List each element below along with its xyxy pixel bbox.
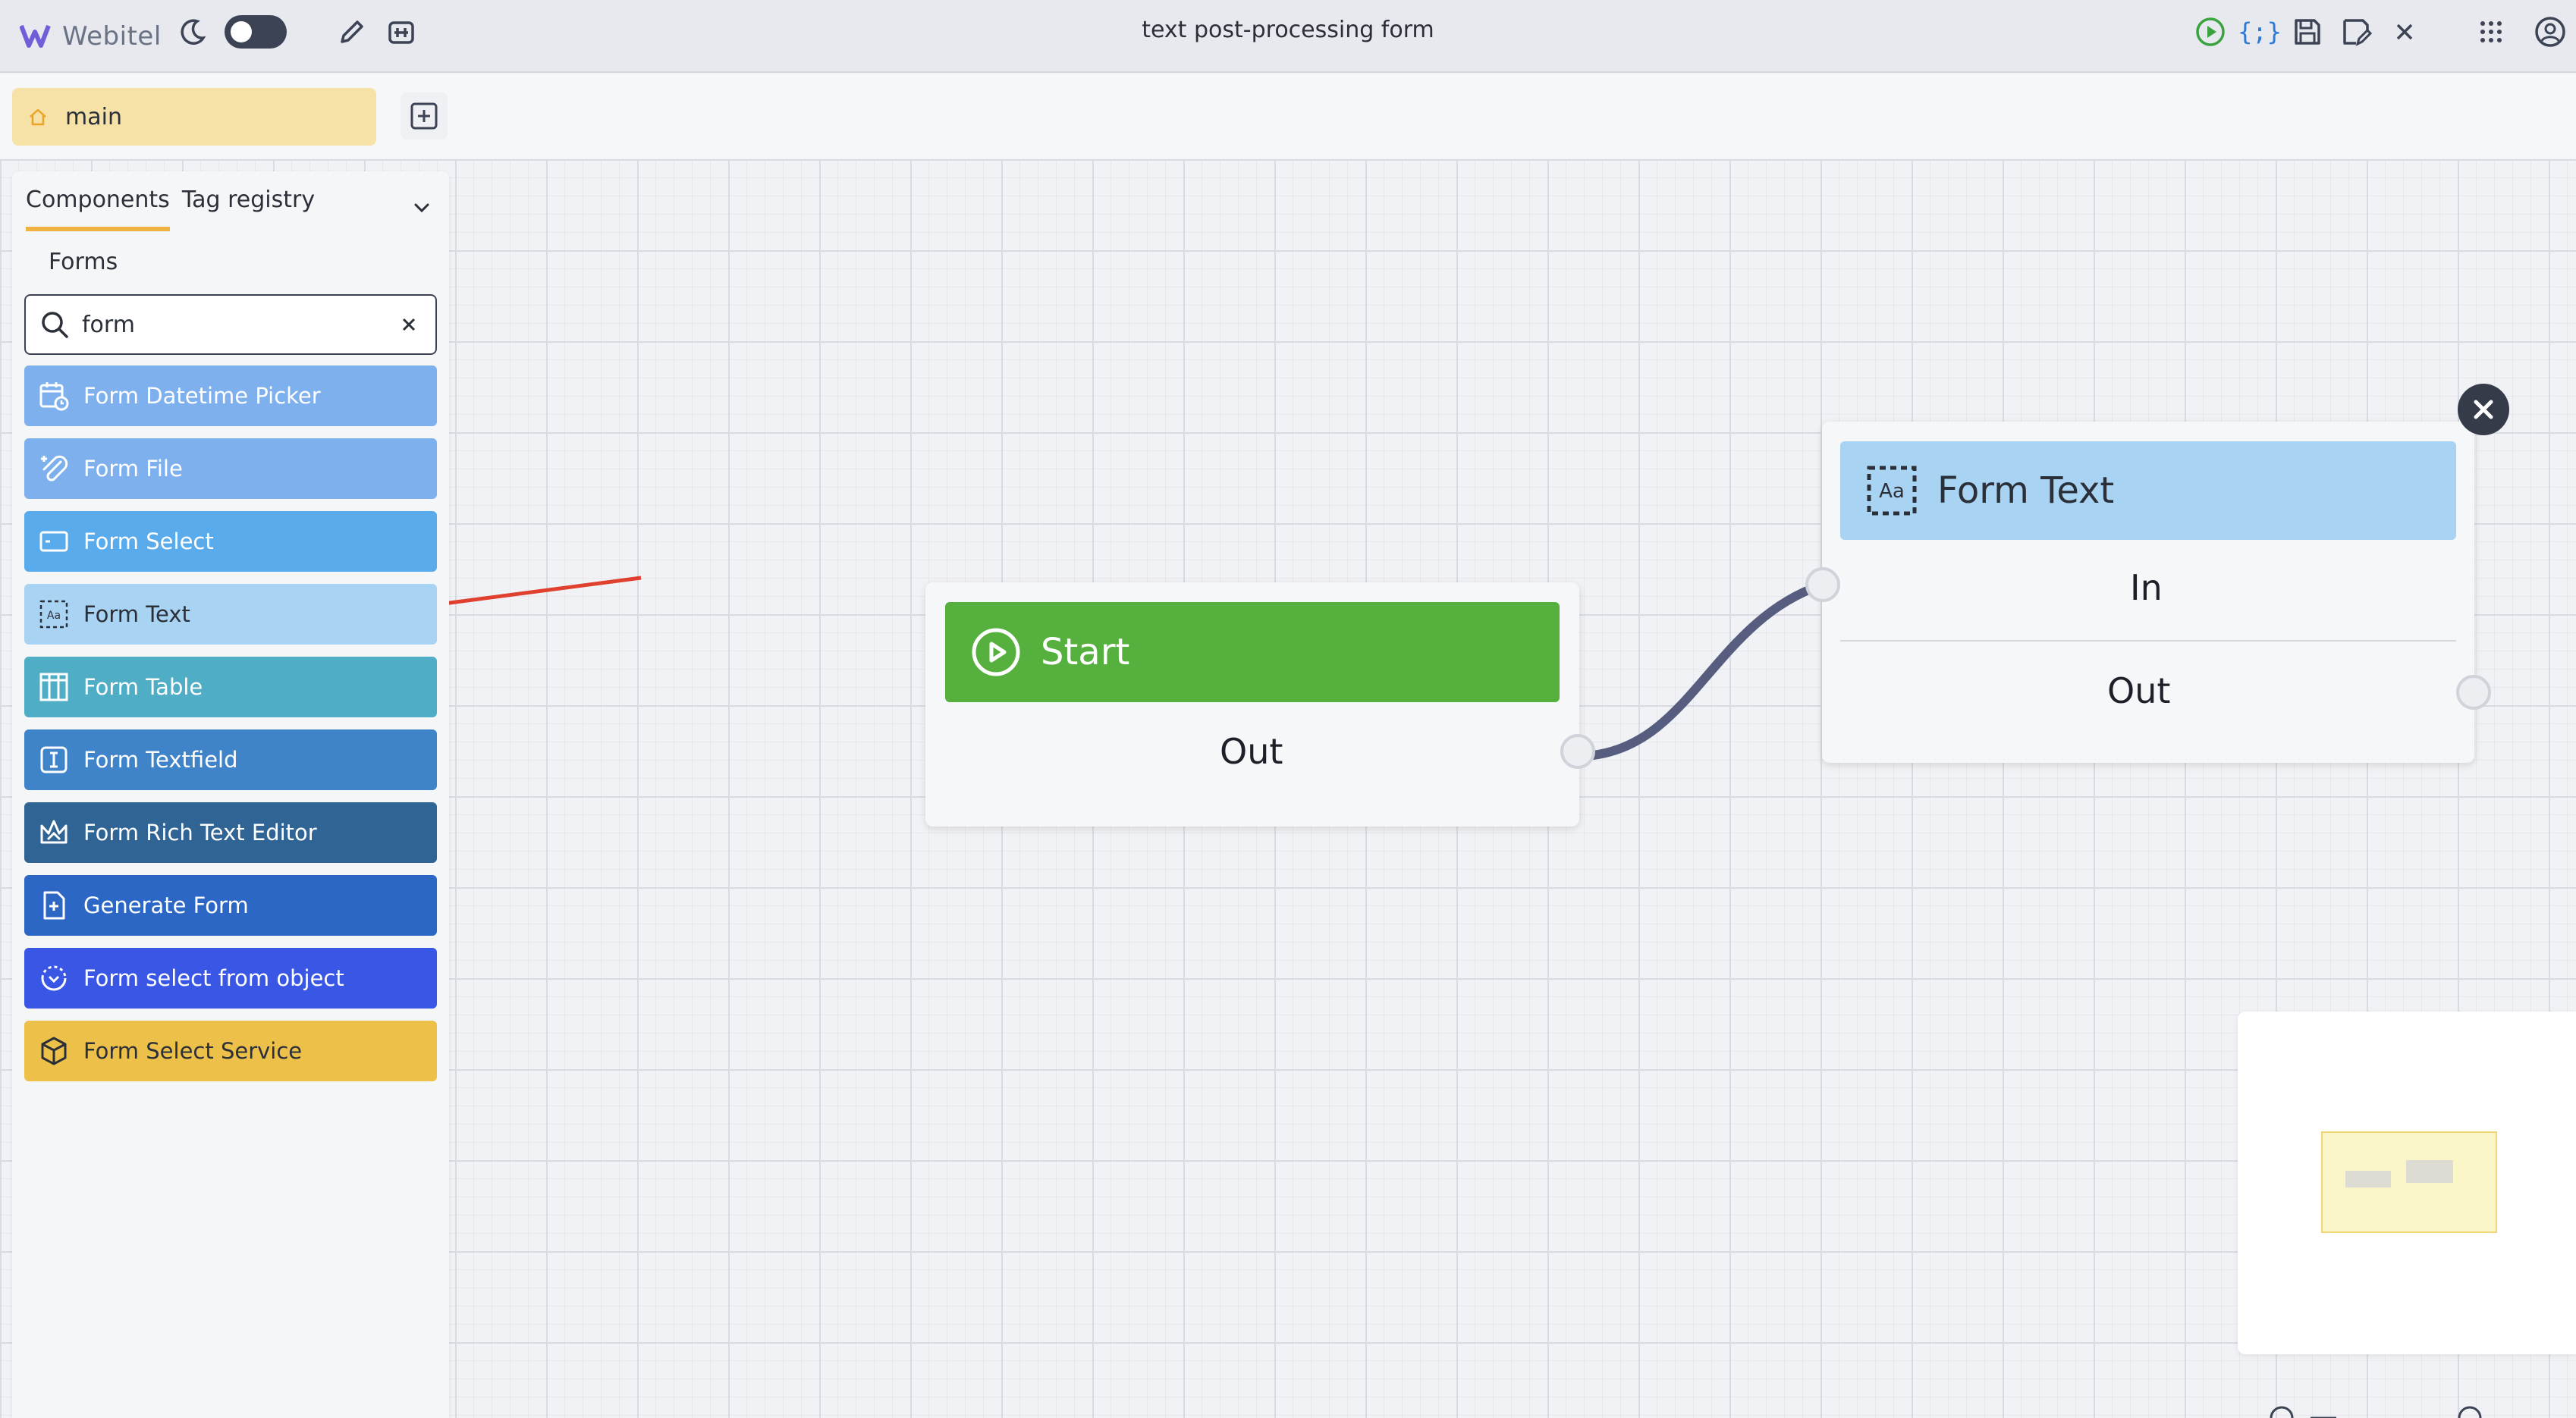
- component-label: Form Datetime Picker: [83, 383, 321, 409]
- category-label: Forms: [49, 249, 118, 275]
- start-out-label: Out: [1220, 731, 1283, 772]
- minimap-node: [2345, 1171, 2391, 1187]
- remove-node-button[interactable]: [2458, 384, 2509, 435]
- select-box-icon: [38, 525, 70, 557]
- form-text-node[interactable]: Aa Form Text In Out: [1805, 422, 2491, 763]
- tab-components[interactable]: Components: [26, 187, 170, 231]
- component-form-file[interactable]: Form File: [24, 438, 437, 499]
- zoom-controls[interactable]: [2238, 1391, 2576, 1418]
- search-input[interactable]: [82, 311, 384, 338]
- node-divider: [1840, 640, 2456, 642]
- component-form-text[interactable]: Aa Form Text: [24, 584, 437, 645]
- form-text-node-header[interactable]: Aa Form Text: [1840, 441, 2456, 540]
- tab-tag-registry[interactable]: Tag registry: [182, 187, 315, 231]
- crown-icon: [38, 817, 70, 849]
- component-label: Form Rich Text Editor: [83, 820, 317, 845]
- zoom-in-icon: [2458, 1406, 2482, 1418]
- component-form-table[interactable]: Form Table: [24, 657, 437, 717]
- component-search[interactable]: [24, 294, 437, 355]
- components-panel: Components Tag registry Forms Form Datet…: [12, 171, 449, 1418]
- close-icon: [402, 318, 416, 331]
- component-label: Form Select Service: [83, 1038, 303, 1064]
- document-plus-icon: [38, 889, 70, 921]
- panel-tabs: Components Tag registry: [26, 187, 315, 231]
- chevron-down-icon: [414, 203, 429, 213]
- form-text-in-port[interactable]: [1805, 567, 1840, 602]
- component-generate-form[interactable]: Generate Form: [24, 875, 437, 936]
- circle-chevron-icon: [38, 962, 70, 994]
- component-label: Form Table: [83, 674, 203, 700]
- clear-search-button[interactable]: [396, 312, 422, 337]
- text-frame-icon: Aa: [38, 598, 70, 630]
- component-form-select-service[interactable]: Form Select Service: [24, 1021, 437, 1081]
- component-form-datetime-picker[interactable]: Form Datetime Picker: [24, 365, 437, 426]
- component-form-textfield[interactable]: Form Textfield: [24, 729, 437, 790]
- component-label: Form select from object: [83, 965, 344, 991]
- svg-text:Aa: Aa: [1879, 480, 1905, 503]
- svg-text:Aa: Aa: [47, 610, 61, 622]
- form-text-out-label: Out: [2107, 670, 2171, 711]
- start-node-header[interactable]: Start: [945, 602, 1560, 702]
- form-text-in-label: In: [2130, 567, 2163, 608]
- cube-icon: [38, 1035, 70, 1067]
- minimap[interactable]: [2238, 1012, 2576, 1354]
- component-form-select[interactable]: Form Select: [24, 511, 437, 572]
- calendar-clock-icon: [38, 380, 70, 412]
- zoom-out-icon: [2270, 1406, 2294, 1418]
- start-node-title: Start: [1041, 631, 1130, 673]
- component-form-rich-text-editor[interactable]: Form Rich Text Editor: [24, 802, 437, 863]
- close-icon: [2474, 400, 2493, 419]
- start-out-port[interactable]: [1560, 734, 1595, 769]
- component-label: Form Text: [83, 601, 190, 627]
- minimap-node: [2406, 1160, 2453, 1183]
- component-label: Form File: [83, 456, 183, 482]
- component-label: Generate Form: [83, 893, 249, 918]
- connector-start-to-form-text: [1588, 581, 1825, 760]
- play-circle-icon: [972, 628, 1020, 676]
- component-label: Form Textfield: [83, 747, 238, 773]
- form-text-out-port[interactable]: [2456, 675, 2491, 710]
- panel-collapse-button[interactable]: [407, 193, 437, 223]
- text-frame-icon: Aa: [1867, 466, 1917, 516]
- table-icon: [38, 671, 70, 703]
- text-cursor-icon: [38, 744, 70, 776]
- form-text-node-title: Form Text: [1937, 469, 2115, 512]
- component-label: Form Select: [83, 529, 214, 554]
- start-node[interactable]: Start Out: [925, 582, 1595, 827]
- component-form-select-from-object[interactable]: Form select from object: [24, 948, 437, 1009]
- search-icon: [42, 312, 68, 338]
- paperclip-icon: [38, 453, 70, 485]
- component-list: Form Datetime Picker Form File Form Sele…: [24, 365, 437, 1093]
